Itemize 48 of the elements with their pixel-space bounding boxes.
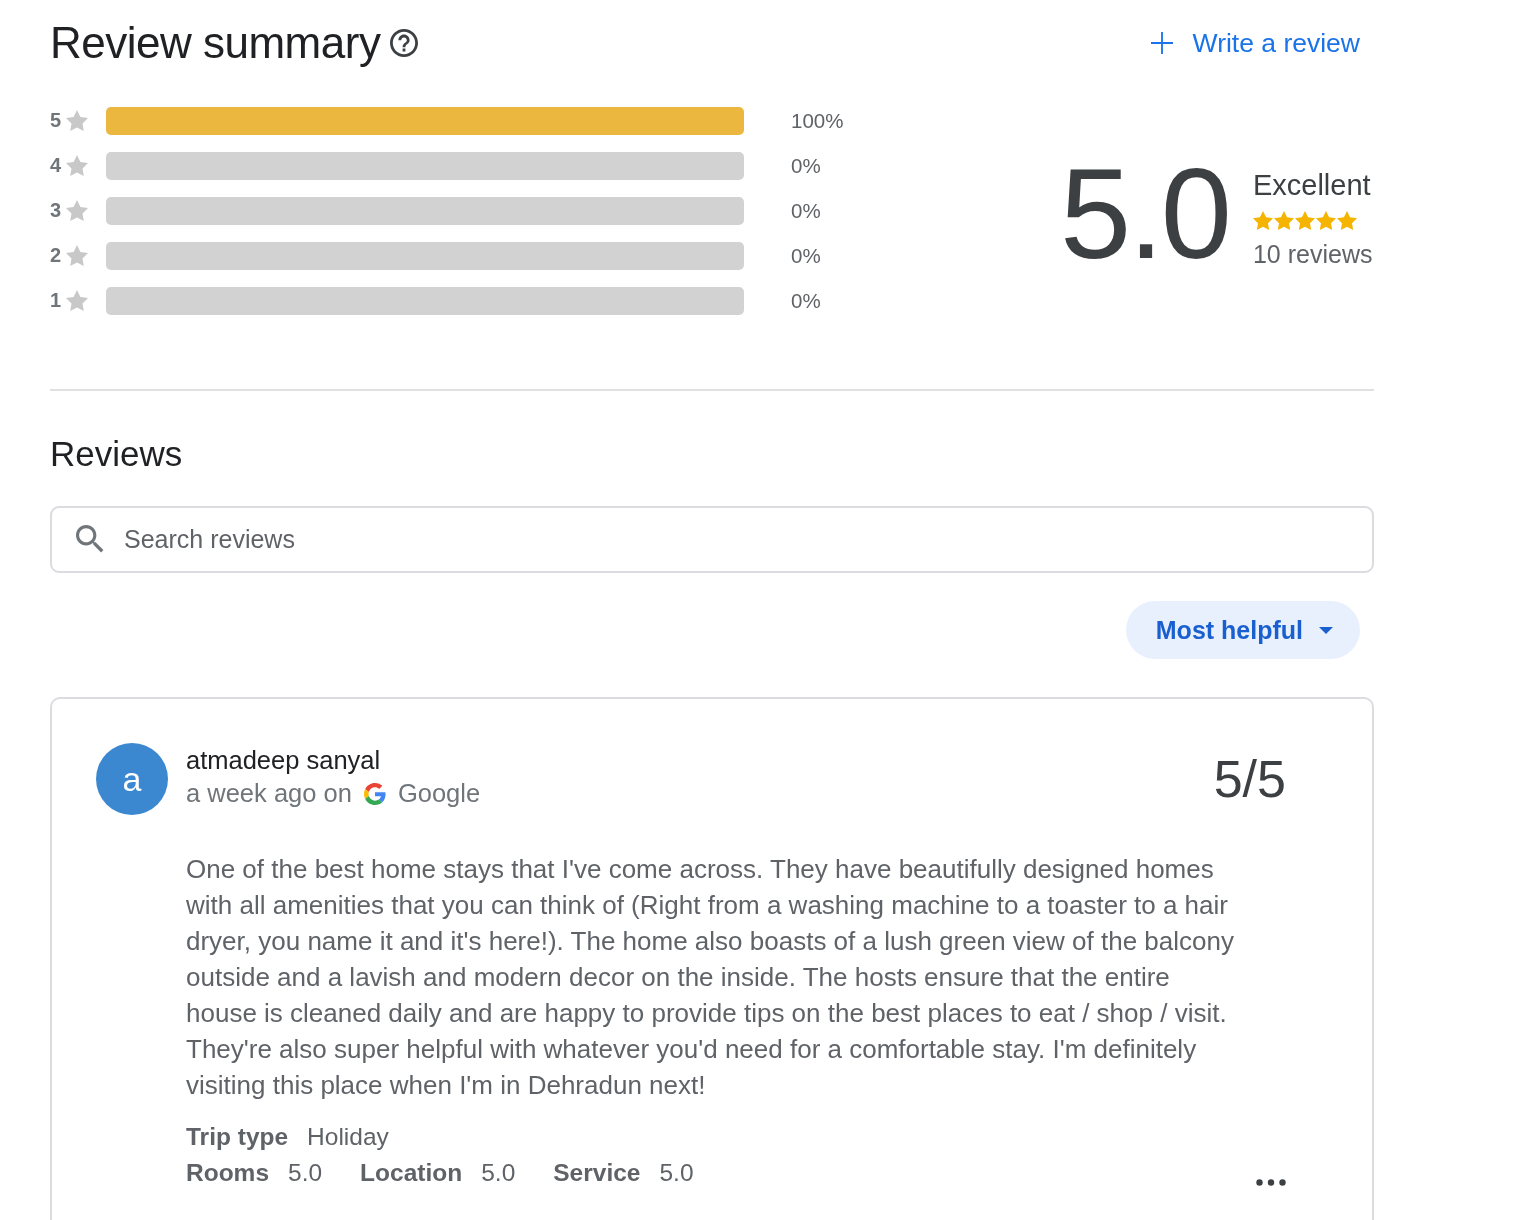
help-icon[interactable] <box>390 29 419 57</box>
review-text: One of the best home stays that I've come across. They have beautifully designed homes with all amenities that you can think of (Right from a washing machine to a toaster to a hair dryer, you name it and it's here!). The home also boasts of a lush green view of the balcony outside and a lavish and modern decor on the inside. The hosts ensure that the entire house is cleaned daily and are happy to provide tips on the best places to eat / shop / visit. They're also super helpful with whatever you'd need for a comfortable stay. I'm definitely visiting this place when I'm in Dehradun next! <box>186 853 1235 1102</box>
percent-label: 0% <box>791 243 821 268</box>
star-icon <box>66 290 88 311</box>
star-count-label: 3 <box>50 199 63 222</box>
star-icon <box>66 110 88 131</box>
percent-label: 100% <box>791 108 844 133</box>
star-count-label: 4 <box>50 154 63 177</box>
rating-category-value: 5.0 <box>659 1159 694 1187</box>
rating-category-value: 5.0 <box>481 1159 516 1187</box>
plus-icon <box>1150 32 1173 54</box>
review-time: a week ago on <box>186 779 352 808</box>
section-title: Review summary <box>50 17 381 69</box>
star-icon <box>66 155 88 176</box>
star-icon <box>1315 211 1336 230</box>
star-count-label: 5 <box>50 109 63 132</box>
percent-label: 0% <box>791 288 821 313</box>
star-count-label: 1 <box>50 289 63 312</box>
percent-label: 0% <box>791 153 821 178</box>
average-score: 5.0 <box>1060 150 1229 278</box>
rating-category-label: Location <box>360 1159 463 1187</box>
trip-type-value: Holiday <box>307 1123 389 1151</box>
caret-icon <box>1319 626 1333 634</box>
review-score: 5/5 <box>1213 753 1286 805</box>
review-count: 10 reviews <box>1252 240 1373 269</box>
g-logo-icon <box>363 782 386 805</box>
section-title: Reviews <box>50 433 184 475</box>
star-icon <box>66 245 88 266</box>
rating-label: Excellent <box>1252 168 1372 202</box>
write-review-link[interactable]: Write a review <box>1150 27 1360 59</box>
review-source: Google <box>397 779 481 808</box>
percent-label: 0% <box>791 198 821 223</box>
rating-category-value: 5.0 <box>288 1159 323 1187</box>
author-name[interactable]: atmadeep sanyal <box>186 745 1214 775</box>
search-icon <box>76 525 105 554</box>
star-icon <box>1273 211 1294 230</box>
rating-category-label: Service <box>553 1159 641 1187</box>
star-count-label: 2 <box>50 244 63 267</box>
star-icon <box>1252 211 1273 230</box>
star-icon <box>1336 211 1357 230</box>
rating-category-label: Rooms <box>186 1159 270 1187</box>
search-field[interactable]: Search reviews <box>50 506 1374 573</box>
trip-type-label: Trip type <box>186 1123 289 1151</box>
star-icon <box>1294 211 1315 230</box>
sort-dropdown[interactable]: Most helpful <box>1125 601 1360 659</box>
more-icon[interactable] <box>1256 1178 1286 1186</box>
star-icon <box>66 200 88 221</box>
avatar: a <box>96 743 168 815</box>
